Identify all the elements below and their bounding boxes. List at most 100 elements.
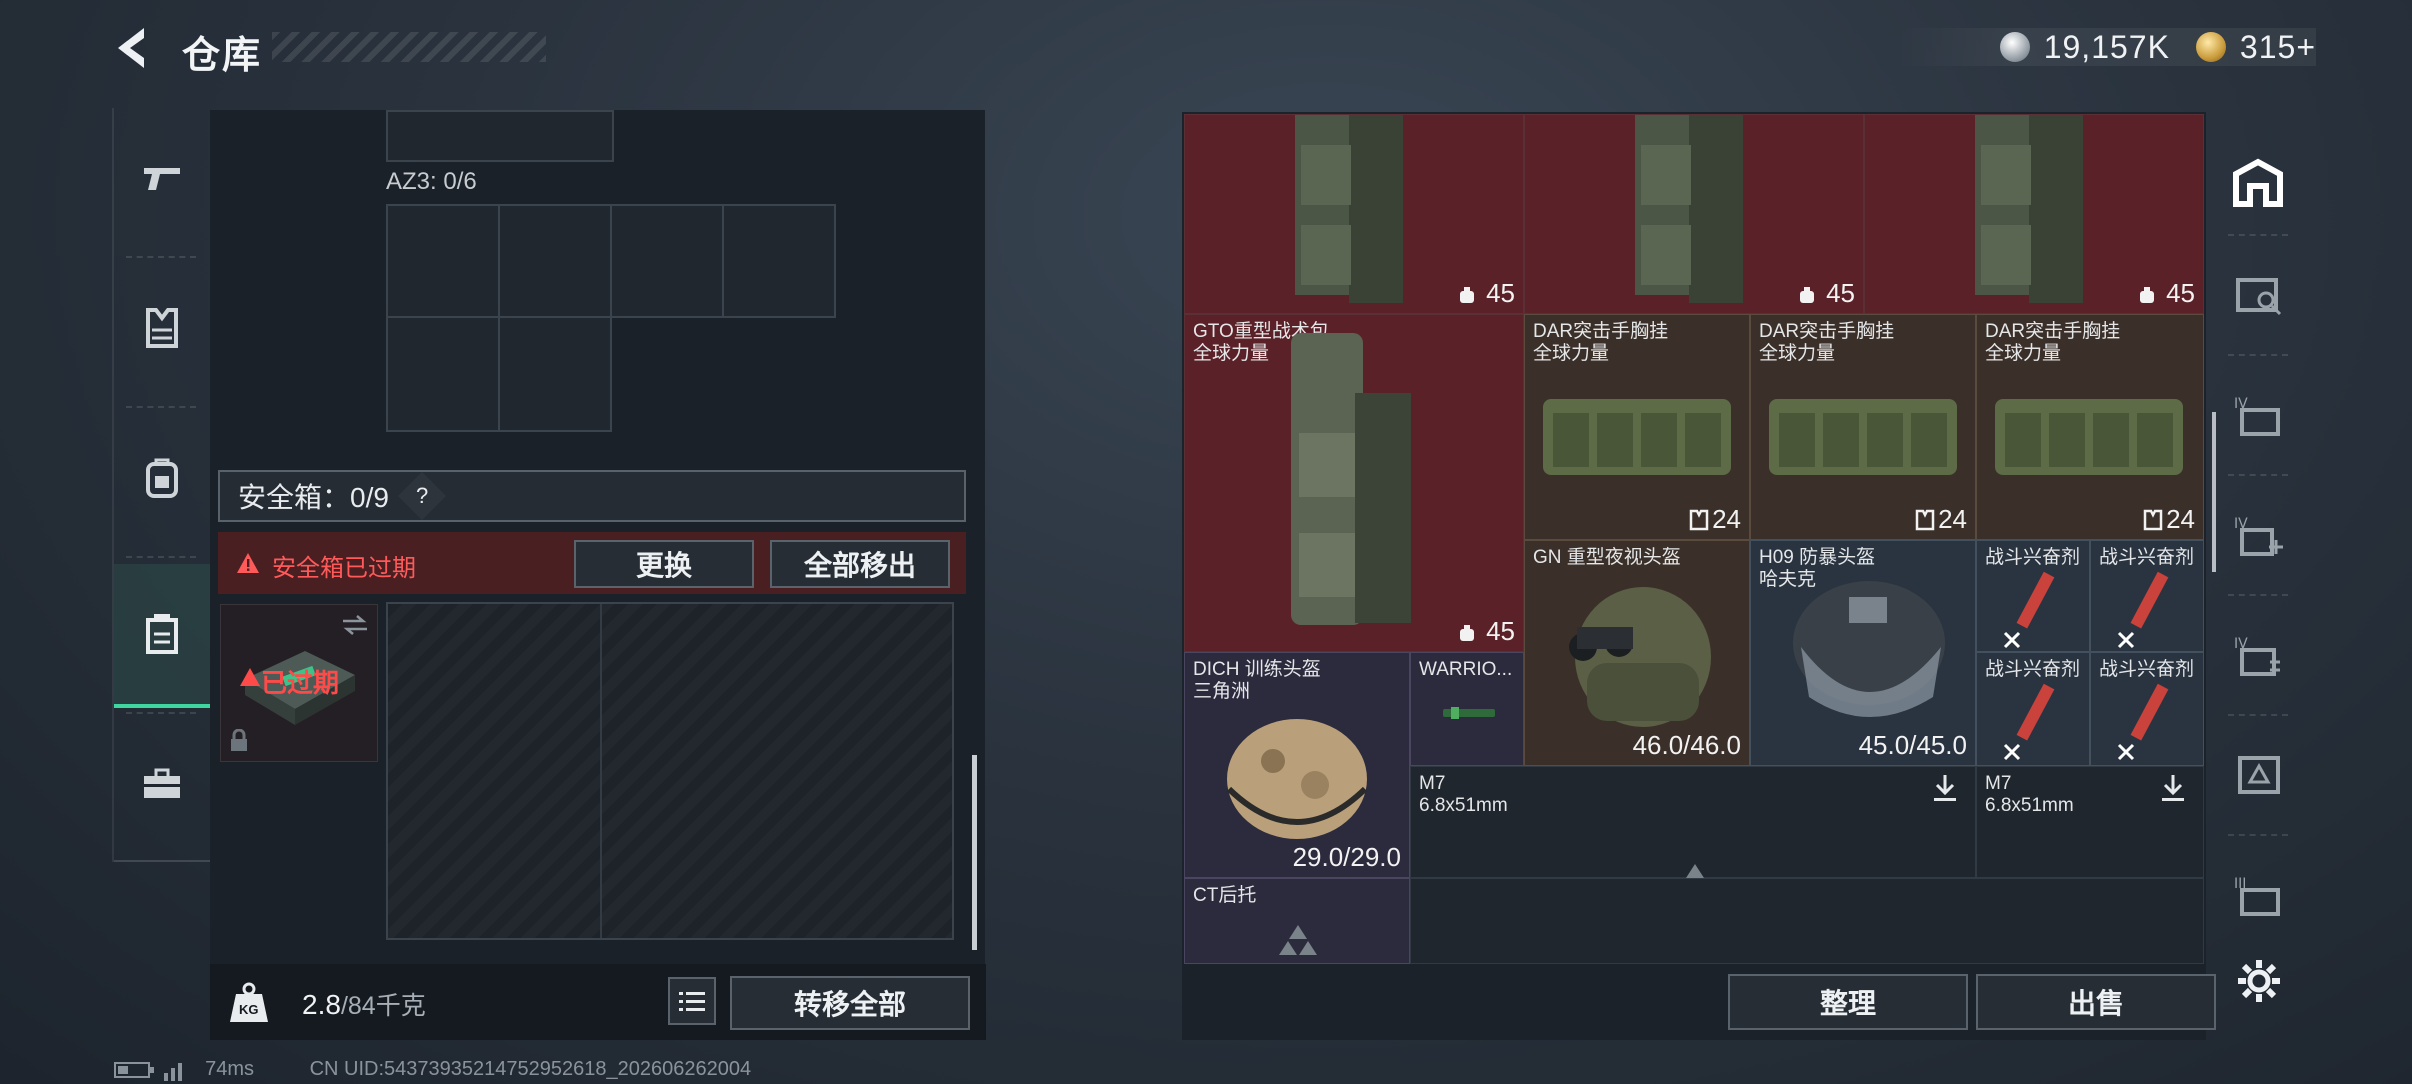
safebox-capacity: 安全箱：0/9 (238, 482, 389, 513)
nav-safebox[interactable] (114, 564, 210, 708)
item-dich-helmet[interactable]: DICH 训练头盔 三角洲 29.0/29.0 (1184, 652, 1410, 878)
gear-icon[interactable] (2236, 958, 2282, 1004)
az3-cell[interactable] (498, 204, 612, 318)
item-dar-rig[interactable]: DAR突击手胸挂 全球力量 24 (1750, 314, 1976, 540)
safebox-grid[interactable] (386, 602, 954, 940)
pistol-icon (144, 168, 180, 190)
item-warrior[interactable]: WARRIO... (1410, 652, 1524, 766)
backpack-slot[interactable]: 45 (1524, 114, 1864, 314)
item-ct-stock[interactable]: CT后托 (1184, 878, 1410, 964)
durability-value: 45.0/45.0 (1858, 730, 1967, 760)
lock-icon (231, 729, 247, 751)
az3-cell[interactable] (498, 316, 612, 432)
nav-vault-4-swap[interactable]: IV (2218, 600, 2298, 710)
nav-weapon[interactable] (114, 108, 210, 248)
delta-logo-icon (1279, 925, 1317, 955)
item-stim[interactable]: 战斗兴奋剂 (1976, 540, 2090, 652)
download-icon[interactable] (1931, 773, 1959, 803)
vest-icon (146, 308, 178, 348)
helmet-image (1569, 587, 1711, 727)
helmet-image (1793, 581, 1945, 717)
chest-rig-image (1769, 399, 1957, 475)
item-name: 战斗兴奋剂 (1985, 547, 2081, 568)
item-gn-helmet[interactable]: GN 重型夜视头盔 46.0/46.0 (1524, 540, 1750, 766)
status-bar: 74ms CN UID:54373935214752952618_2026062… (114, 1058, 751, 1081)
item-name: 战斗兴奋剂 (2099, 659, 2195, 680)
backpack-image (1635, 115, 1743, 303)
battery-icon (114, 1061, 154, 1078)
item-faction: 全球力量 (1759, 343, 1836, 364)
coin-icon (1999, 32, 2030, 62)
item-name: GN 重型夜视头盔 (1533, 547, 1681, 568)
remove-all-button[interactable]: 全部移出 (770, 540, 950, 588)
vest-capacity-icon (1915, 509, 1935, 531)
nav-home-storage[interactable] (2218, 128, 2298, 238)
item-name: WARRIO... (1419, 659, 1513, 680)
item-stim[interactable]: 战斗兴奋剂 (2090, 540, 2204, 652)
nav-vault-delta[interactable] (2218, 720, 2298, 830)
token-icon (2195, 32, 2226, 62)
item-m7-ammo[interactable]: M7 6.8x51mm (1976, 766, 2204, 878)
sort-button[interactable]: 整理 (1728, 974, 1968, 1030)
safebox-case-slot[interactable]: 已过期 (220, 604, 378, 762)
list-view-button[interactable] (668, 977, 716, 1025)
nav-vault-4[interactable]: IV (2218, 360, 2298, 470)
item-stim[interactable]: 战斗兴奋剂 (1976, 652, 2090, 766)
safebox-icon (146, 614, 178, 654)
transfer-all-button[interactable]: 转移全部 (730, 976, 970, 1030)
storage-cell[interactable] (386, 110, 614, 162)
help-icon[interactable]: ? (397, 471, 446, 521)
az3-cell[interactable] (610, 204, 724, 318)
item-faction: 全球力量 (1193, 343, 1270, 364)
empty-slot[interactable] (1410, 878, 2204, 964)
item-faction: 全球力量 (1533, 343, 1610, 364)
item-h09-helmet[interactable]: H09 防暴头盔 哈夫克 45.0/45.0 (1750, 540, 1976, 766)
sell-button[interactable]: 出售 (1976, 974, 2216, 1030)
chest-rig-image (1543, 399, 1731, 475)
nav-vault-4-add[interactable]: IV (2218, 480, 2298, 590)
backpack-image (1295, 115, 1403, 303)
nav-armor[interactable] (114, 258, 210, 398)
backpack-slot[interactable]: 45 (1864, 114, 2204, 314)
capacity-icon (1460, 625, 1474, 641)
item-dar-rig[interactable]: DAR突击手胸挂 全球力量 24 (1524, 314, 1750, 540)
item-caliber: 6.8x51mm (1985, 795, 2074, 816)
back-arrow-icon[interactable] (108, 22, 160, 74)
page-title: 仓库 (182, 35, 263, 77)
title-decoration (272, 32, 546, 62)
item-name: DAR突击手胸挂 (1759, 321, 1895, 342)
item-dar-rig[interactable]: DAR突击手胸挂 全球力量 24 (1976, 314, 2204, 540)
backpack-slot[interactable]: 45 (1184, 114, 1524, 314)
signal-icon (163, 1062, 182, 1081)
nav-toolbox[interactable] (114, 714, 210, 854)
storage-scrollbar[interactable] (972, 755, 977, 950)
inventory-scrollbar[interactable] (2212, 412, 2216, 572)
az3-cell[interactable] (722, 204, 836, 318)
helmet-image (1226, 719, 1368, 839)
capacity-value: 45 (2166, 278, 2195, 308)
syringe-image (2003, 683, 2055, 761)
durability-value: 46.0/46.0 (1632, 730, 1741, 760)
download-icon[interactable] (2159, 773, 2187, 803)
vault-4-swap-icon: IV (2234, 636, 2280, 676)
safebox-header: 安全箱：0/9 ? (218, 470, 966, 522)
az3-cell[interactable] (386, 316, 500, 432)
home-icon (2233, 158, 2283, 207)
az3-cell[interactable] (386, 204, 500, 318)
nav-backpack[interactable] (114, 408, 210, 548)
vest-capacity-icon (2143, 509, 2163, 531)
nav-vault-1[interactable] (2218, 240, 2298, 350)
expired-notice: 安全箱已过期 (272, 555, 416, 582)
warning-icon (240, 668, 260, 686)
syringe-image (2117, 683, 2169, 761)
weight-icon: KG (226, 980, 272, 1026)
capacity-icon (1460, 287, 1474, 303)
replace-button[interactable]: 更换 (574, 540, 754, 588)
item-gto-backpack[interactable]: GTO重型战术包 全球力量 45 (1184, 314, 1524, 652)
chest-rig-image (1995, 399, 2183, 475)
capacity-value: 45 (1486, 278, 1515, 308)
case-expired-label: 已过期 (261, 668, 340, 698)
nav-vault-3[interactable]: III (2218, 840, 2298, 950)
item-stim[interactable]: 战斗兴奋剂 (2090, 652, 2204, 766)
capacity-icon (1800, 287, 1814, 303)
